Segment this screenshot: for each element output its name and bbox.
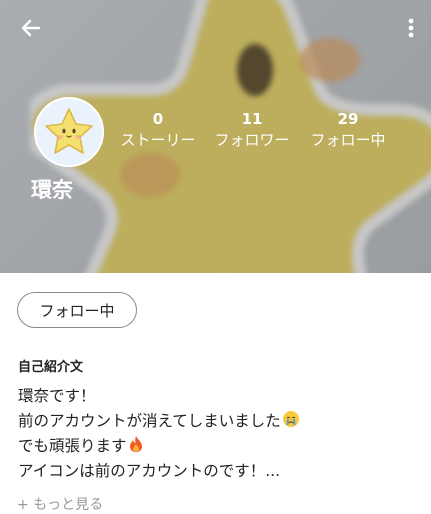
star-character-icon xyxy=(36,99,102,165)
stat-stories-count: 0 xyxy=(152,110,164,128)
fire-icon xyxy=(129,436,142,452)
profile-name: 環奈 xyxy=(31,178,73,202)
top-bar xyxy=(0,0,431,56)
bio-line-text: 前のアカウントが消えてしまいました xyxy=(18,412,281,430)
stat-following[interactable]: 29 フォロー中 xyxy=(306,110,390,152)
following-button[interactable]: フォロー中 xyxy=(17,292,137,328)
stat-stories[interactable]: 0 ストーリー xyxy=(118,110,198,152)
bio-line: アイコンは前のアカウントのです！... xyxy=(18,462,281,480)
more-vertical-icon[interactable] xyxy=(405,14,417,42)
bio-line-text: でも頑張ります xyxy=(18,437,127,455)
bio-line: でも頑張ります xyxy=(18,434,300,459)
bio-line: 環奈です！ xyxy=(18,387,96,405)
avatar[interactable] xyxy=(34,97,104,167)
stat-followers-count: 11 xyxy=(241,110,263,128)
bio-line: 前のアカウントが消えてしまいました xyxy=(18,409,300,434)
stat-following-count: 29 xyxy=(337,110,359,128)
crying-face-icon xyxy=(282,411,299,427)
stat-followers-label: フォロワー xyxy=(214,131,290,149)
stat-stories-label: ストーリー xyxy=(120,131,196,149)
bio-text: 環奈です！ 前のアカウントが消えてしまいました でも頑張ります アイコンは前のア… xyxy=(18,384,300,484)
back-arrow-icon[interactable] xyxy=(17,14,45,42)
bio-title: 自己紹介文 xyxy=(18,360,84,375)
stat-followers[interactable]: 11 フォロワー xyxy=(212,110,292,152)
stat-following-label: フォロー中 xyxy=(310,131,386,149)
show-more-link[interactable]: + もっと見る xyxy=(17,494,103,514)
